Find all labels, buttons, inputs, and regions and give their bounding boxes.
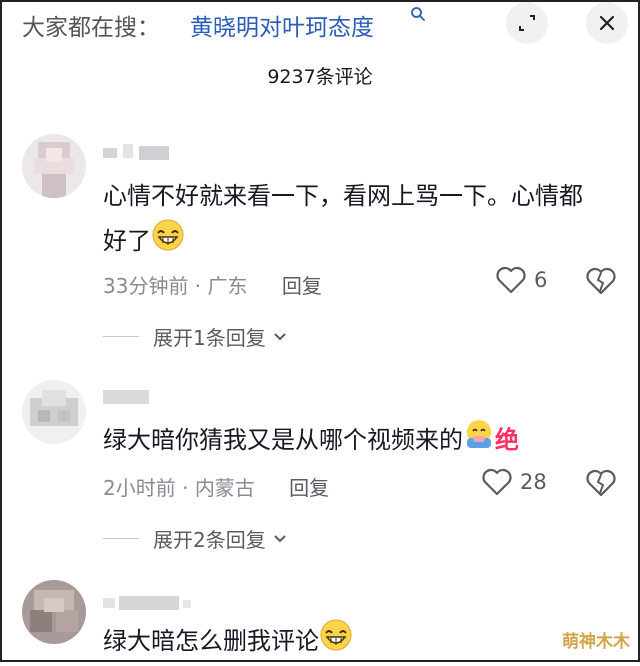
comment-text: 心情不好就来看一下，看网上骂一下。心情都好了 <box>103 174 603 266</box>
close-button[interactable] <box>586 2 628 44</box>
expand-replies-label: 展开2条回复 <box>153 528 266 552</box>
reply-button[interactable]: 回复 <box>282 274 322 298</box>
pixelated-avatar-image <box>22 580 86 644</box>
broken-heart-icon[interactable] <box>586 468 616 498</box>
reply-button[interactable]: 回复 <box>289 476 329 500</box>
comment-location: 内蒙古 <box>194 476 255 500</box>
comment-text: 绿大暗怎么删我评论 <box>103 618 603 666</box>
like-button[interactable]: 6 <box>496 266 547 294</box>
heart-icon <box>496 266 526 294</box>
comment-location: 广东 <box>207 274 248 298</box>
like-count: 28 <box>520 470 547 494</box>
top-bar: 大家都在搜： 黄晓明对叶珂态度 <box>0 0 640 46</box>
search-icon[interactable] <box>410 6 426 22</box>
divider-line <box>103 538 139 539</box>
comment-time: 33分钟前 <box>103 274 189 298</box>
grin-emoji-icon <box>319 618 353 666</box>
expand-replies-label: 展开1条回复 <box>153 326 266 350</box>
blurred-username[interactable] <box>103 142 173 162</box>
heart-icon <box>482 468 512 496</box>
chevron-down-icon <box>274 332 286 340</box>
chevron-down-icon <box>274 534 286 542</box>
comment-text: 绿大暗你猜我又是从哪个视频来的 绝 <box>103 418 603 464</box>
close-icon <box>599 15 615 31</box>
watermark: 萌神木木 <box>562 632 630 652</box>
expand-fullscreen-button[interactable] <box>506 2 548 44</box>
avatar[interactable] <box>22 380 86 444</box>
comment-meta: 33分钟前 · 广东 回复 <box>103 274 322 298</box>
blurred-username[interactable] <box>103 386 153 406</box>
avatar[interactable] <box>22 580 86 644</box>
hug-emoji-icon <box>463 418 495 464</box>
comment-time: 2小时前 <box>103 476 176 500</box>
comment-text-content: 绿大暗怎么删我评论 <box>103 627 319 655</box>
grin-emoji-icon <box>151 218 185 266</box>
comment-text-content: 绿大暗你猜我又是从哪个视频来的 <box>103 426 463 454</box>
broken-heart-icon[interactable] <box>586 266 616 296</box>
blurred-username[interactable] <box>103 592 193 612</box>
jue-sticker: 绝 <box>495 426 519 454</box>
pixelated-avatar-image <box>22 134 86 198</box>
pixelated-avatar-image <box>22 380 86 444</box>
divider-line <box>103 336 139 337</box>
screenshot-frame <box>0 0 640 662</box>
expand-replies-button[interactable]: 展开2条回复 <box>103 524 290 553</box>
avatar[interactable] <box>22 134 86 198</box>
like-count: 6 <box>534 268 548 292</box>
comment-meta: 2小时前 · 内蒙古 回复 <box>103 476 330 500</box>
expand-icon <box>519 15 535 31</box>
expand-replies-button[interactable]: 展开1条回复 <box>103 322 290 351</box>
search-suggestion-prefix: 大家都在搜： <box>22 15 160 41</box>
search-suggestion-link[interactable]: 黄晓明对叶珂态度 <box>190 8 374 42</box>
like-button[interactable]: 28 <box>482 468 547 496</box>
comment-count: 9237条评论 <box>267 66 373 88</box>
